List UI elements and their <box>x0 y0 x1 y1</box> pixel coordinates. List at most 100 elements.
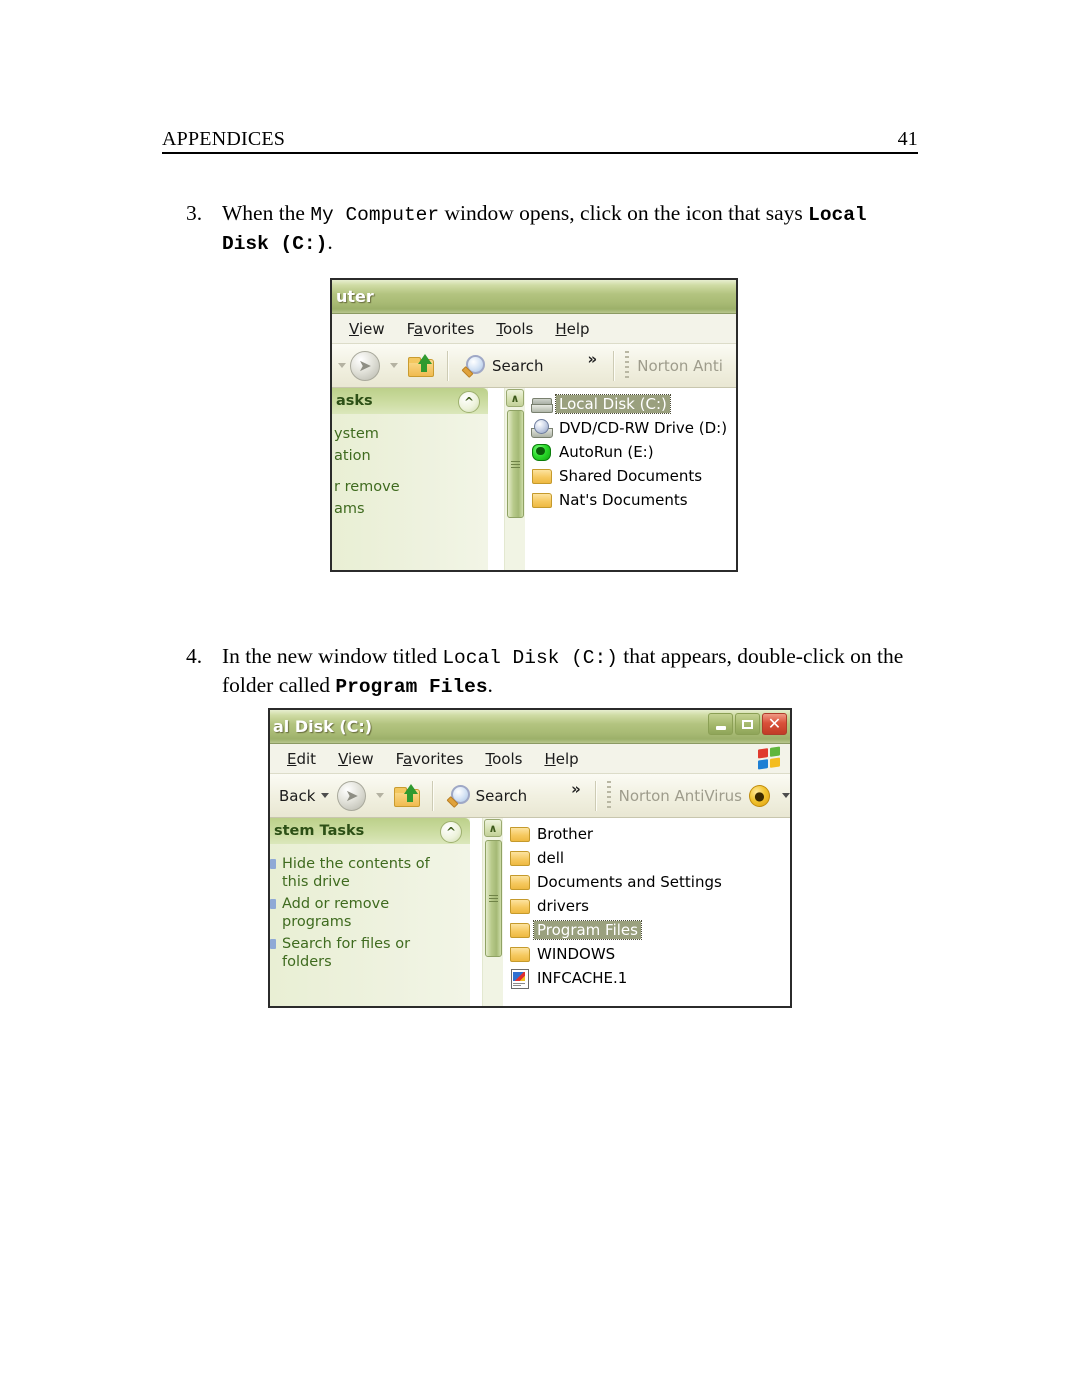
scroll-up-button[interactable]: ∧ <box>484 819 502 837</box>
forward-dropdown-caret-icon[interactable] <box>390 363 398 368</box>
menu-edit[interactable]: Edit <box>276 748 327 770</box>
scrollbar-thumb[interactable] <box>484 840 502 957</box>
collapse-chevron-icon[interactable]: ^ <box>440 821 462 843</box>
sidebar-item-hide-contents[interactable]: Hide the contents of this drive <box>270 853 470 893</box>
search-icon[interactable] <box>461 354 487 378</box>
scroll-up-button[interactable]: ∧ <box>506 389 524 407</box>
file-label: Brother <box>537 824 594 843</box>
list-item[interactable]: Nat's Documents <box>531 488 736 512</box>
list-item[interactable]: INFCACHE.1 <box>509 966 790 990</box>
up-folder-icon[interactable] <box>408 353 434 377</box>
list-item[interactable]: DVD/CD-RW Drive (D:) <box>531 416 736 440</box>
list-item[interactable]: WINDOWS <box>509 942 790 966</box>
page-title: APPENDICES <box>162 128 286 150</box>
norton-antivirus-label[interactable]: Norton AntiVirus <box>619 787 742 805</box>
file-label: Program Files <box>533 919 642 941</box>
toolbar-overflow-chevrons-icon[interactable]: » <box>588 352 598 367</box>
autorun-icon <box>531 443 551 461</box>
file-label: AutoRun (E:) <box>559 442 654 461</box>
menu-view[interactable]: View <box>338 318 396 340</box>
sidebar-task-1[interactable]: ystem <box>332 423 488 445</box>
folder-icon <box>509 825 530 843</box>
list-item[interactable]: AutoRun (E:) <box>531 440 736 464</box>
system-tasks-header[interactable]: asks ^ <box>332 388 488 414</box>
search-button-label[interactable]: Search <box>492 357 544 375</box>
collapse-chevron-icon[interactable]: ^ <box>458 391 480 413</box>
step3-text-c: . <box>327 230 333 254</box>
menu-help[interactable]: Help <box>533 748 589 770</box>
step-number: 3. <box>186 201 203 225</box>
system-tasks-title: stem Tasks <box>274 823 365 839</box>
window2-vertical-scrollbar[interactable]: ∧ <box>482 818 503 1006</box>
window1-vertical-scrollbar[interactable]: ∧ <box>504 388 525 570</box>
list-item[interactable]: Program Files <box>509 918 790 942</box>
toolbar-separator-2 <box>613 350 615 381</box>
window1-menubar[interactable]: View Favorites Tools Help <box>332 314 736 344</box>
my-computer-window[interactable]: uter View Favorites Tools Help ➤ Search … <box>330 278 738 572</box>
window-controls[interactable]: ✕ <box>708 713 787 735</box>
file-label: DVD/CD-RW Drive (D:) <box>559 418 728 437</box>
sidebar-task-2[interactable]: r remove <box>332 476 488 498</box>
norton-toolbar-grip[interactable] <box>606 780 611 811</box>
back-dropdown-caret-icon[interactable] <box>338 363 346 368</box>
list-item[interactable]: Local Disk (C:) <box>531 392 736 416</box>
window1-sidebar: asks ^ ystem ation r remove ams <box>332 388 488 570</box>
step3-mono-my-computer: My Computer <box>310 204 440 226</box>
minimize-button[interactable] <box>708 713 733 735</box>
forward-button-icon[interactable]: ➤ <box>350 350 380 381</box>
sidebar-item-add-remove-programs[interactable]: Add or remove programs <box>270 893 470 933</box>
menu-help[interactable]: Help <box>544 318 600 340</box>
back-dropdown-caret-icon[interactable] <box>321 793 330 798</box>
back-button-label[interactable]: Back <box>279 787 315 805</box>
step-text: In the new window titled Local Disk (C:)… <box>222 643 922 701</box>
window2-titlebar[interactable]: al Disk (C:) ✕ <box>270 710 790 744</box>
toolbar-separator-2 <box>594 780 596 811</box>
drive-icon <box>531 395 553 413</box>
list-item[interactable]: dell <box>509 846 790 870</box>
norton-antivirus-label[interactable]: Norton Anti <box>637 357 723 375</box>
file-label: dell <box>537 848 565 867</box>
sidebar-task-1-line2[interactable]: ation <box>332 445 488 467</box>
sidebar-task-2-line2[interactable]: ams <box>332 498 488 520</box>
forward-button-icon[interactable]: ➤ <box>337 780 367 811</box>
menu-favorites[interactable]: Favorites <box>385 748 475 770</box>
sidebar-item-search-files[interactable]: Search for files or folders <box>270 933 470 973</box>
window1-toolbar[interactable]: ➤ Search » Norton Anti <box>332 344 736 388</box>
scrollbar-thumb[interactable] <box>506 410 524 518</box>
window1-sidebar-list: ystem ation r remove ams <box>332 414 488 520</box>
window2-file-pane: ∧ Brother dell Documents and Settings dr… <box>470 818 790 1006</box>
window2-toolbar[interactable]: Back ➤ Search » Norton AntiVirus ● <box>270 774 790 818</box>
norton-dropdown-caret-icon[interactable] <box>782 793 790 798</box>
list-item[interactable]: Brother <box>509 822 790 846</box>
file-icon <box>509 969 529 989</box>
list-item[interactable]: Shared Documents <box>531 464 736 488</box>
file-label: Documents and Settings <box>537 872 722 891</box>
step4-mono-program-files: Program Files <box>335 676 488 698</box>
system-tasks-header[interactable]: stem Tasks ^ <box>270 818 470 844</box>
window2-file-list: Brother dell Documents and Settings driv… <box>503 818 790 1006</box>
search-icon[interactable] <box>446 784 471 808</box>
maximize-button[interactable] <box>735 713 760 735</box>
menu-view[interactable]: View <box>327 748 385 770</box>
list-item[interactable]: Documents and Settings <box>509 870 790 894</box>
bullet-icon <box>270 939 276 949</box>
folder-icon <box>509 897 530 915</box>
norton-toolbar-grip[interactable] <box>625 350 630 381</box>
list-item[interactable]: drivers <box>509 894 790 918</box>
window1-titlebar[interactable]: uter <box>332 280 736 314</box>
window2-sidebar: stem Tasks ^ Hide the contents of this d… <box>270 818 470 1006</box>
window2-menubar[interactable]: Edit View Favorites Tools Help <box>270 744 790 774</box>
forward-dropdown-caret-icon[interactable] <box>376 793 385 798</box>
toolbar-overflow-chevrons-icon[interactable]: » <box>571 781 581 797</box>
local-disk-c-window[interactable]: al Disk (C:) ✕ Edit View Favorites Tools… <box>268 708 792 1008</box>
up-folder-icon[interactable] <box>394 783 421 807</box>
file-label: WINDOWS <box>537 944 616 963</box>
menu-tools[interactable]: Tools <box>474 748 533 770</box>
toolbar-separator <box>447 350 448 381</box>
menu-favorites[interactable]: Favorites <box>396 318 486 340</box>
file-label: drivers <box>537 896 589 915</box>
norton-antivirus-icon[interactable]: ● <box>748 784 771 807</box>
menu-tools[interactable]: Tools <box>485 318 544 340</box>
close-button[interactable]: ✕ <box>762 713 787 735</box>
search-button-label[interactable]: Search <box>476 787 528 805</box>
